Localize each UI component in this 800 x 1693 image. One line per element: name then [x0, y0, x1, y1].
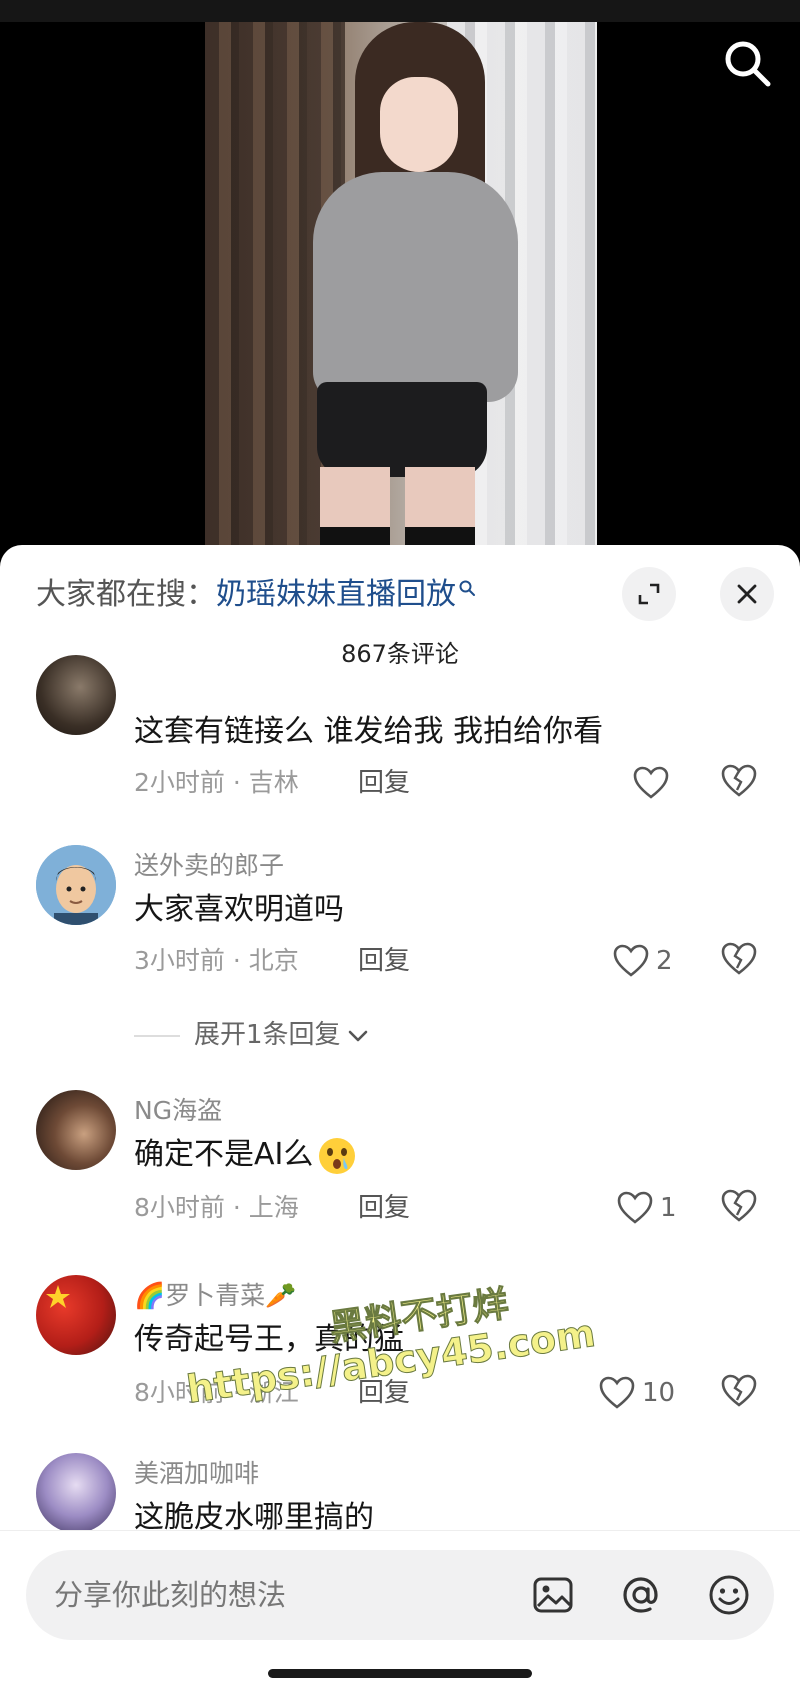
- close-sheet-button[interactable]: [720, 567, 774, 621]
- broken-heart-icon: [721, 1189, 757, 1222]
- search-icon: [725, 41, 771, 87]
- avatar[interactable]: [36, 1275, 116, 1355]
- heart-icon: [633, 766, 669, 799]
- like-button[interactable]: 2: [612, 941, 673, 981]
- like-count: 1: [660, 1193, 677, 1223]
- expand-sheet-button[interactable]: [622, 567, 676, 621]
- comment-text-content: 确定不是AI么: [134, 1137, 314, 1172]
- comment-text: 大家喜欢明道吗: [134, 892, 344, 927]
- heart-icon: [599, 1376, 635, 1409]
- avatar-illustration: [36, 845, 116, 925]
- broken-heart-icon: [721, 764, 757, 797]
- like-count: 10: [642, 1378, 676, 1408]
- comment-text: 确定不是AI么: [134, 1134, 357, 1176]
- heart-icon: [617, 1191, 653, 1224]
- image-icon: [533, 1577, 573, 1613]
- reply-button[interactable]: 回复: [358, 1190, 410, 1226]
- figure-top: [313, 172, 518, 402]
- divider-line: [134, 1034, 180, 1037]
- comment-item: NG海盗 确定不是AI么 8小时前 · 上海 回复 1: [0, 1090, 800, 1240]
- search-suggestion[interactable]: 大家都在搜：奶瑶妹妹直播回放: [36, 575, 476, 615]
- broken-heart-icon: [721, 1374, 757, 1407]
- expand-replies-label: 展开1条回复: [194, 1020, 341, 1050]
- expand-icon: [638, 583, 660, 605]
- emoji-button[interactable]: [706, 1572, 752, 1618]
- comment-meta: 8小时前 · 浙江: [134, 1378, 299, 1407]
- search-suggestion-prefix: 大家都在搜：: [36, 577, 216, 612]
- reply-button[interactable]: 回复: [358, 1375, 410, 1411]
- comment-text: 传奇起号王，真的猛: [134, 1322, 404, 1357]
- comment-item: 🌈罗卜青菜🥕 传奇起号王，真的猛 8小时前 · 浙江 回复 10: [0, 1275, 800, 1425]
- home-indicator: [268, 1669, 532, 1678]
- chevron-down-icon: [348, 1030, 367, 1041]
- comment-username[interactable]: 美酒加咖啡: [134, 1457, 259, 1491]
- like-button[interactable]: 1: [616, 1188, 677, 1228]
- comment-username[interactable]: 🌈罗卜青菜🥕: [134, 1279, 296, 1313]
- input-divider: [0, 1530, 800, 1531]
- comment-username[interactable]: 送外卖的郎子: [134, 849, 284, 883]
- like-button[interactable]: 10: [598, 1373, 675, 1413]
- search-button[interactable]: [718, 34, 778, 94]
- avatar[interactable]: [36, 845, 116, 925]
- figure-shorts: [317, 382, 487, 477]
- comment-item: 这套有链接么 谁发给我 我拍给你看 2小时前 · 吉林 回复: [0, 655, 800, 845]
- comment-meta: 3小时前 · 北京: [134, 946, 299, 975]
- comment-input[interactable]: 分享你此刻的想法: [26, 1550, 774, 1640]
- comment-username[interactable]: NG海盗: [134, 1094, 222, 1128]
- comment-meta: 2小时前 · 吉林: [134, 768, 299, 797]
- comment-count: 867条评论: [341, 640, 459, 668]
- like-count: 2: [656, 946, 673, 976]
- status-bar: [0, 0, 800, 22]
- image-button[interactable]: [530, 1572, 576, 1618]
- reply-button[interactable]: 回复: [358, 765, 410, 801]
- emoji-icon: [709, 1575, 749, 1615]
- search-suggestion-query[interactable]: 奶瑶妹妹直播回放: [216, 577, 456, 612]
- expand-replies-button[interactable]: 展开1条回复: [134, 1017, 369, 1053]
- heart-icon: [613, 944, 649, 977]
- avatar[interactable]: [36, 1453, 116, 1533]
- mention-button[interactable]: [618, 1572, 664, 1618]
- video-player[interactable]: [0, 0, 800, 560]
- comment-input-placeholder: 分享你此刻的想法: [54, 1578, 287, 1612]
- comment-meta: 8小时前 · 上海: [134, 1193, 299, 1222]
- avatar[interactable]: [36, 655, 116, 735]
- avatar[interactable]: [36, 1090, 116, 1170]
- comment-sheet: 大家都在搜：奶瑶妹妹直播回放 867条评论 这套有链接么 谁发给我 我拍给你看 …: [0, 545, 800, 1693]
- like-button[interactable]: [632, 763, 670, 803]
- dislike-button[interactable]: [720, 1188, 760, 1228]
- search-small-icon: [459, 580, 475, 596]
- dislike-button[interactable]: [720, 763, 760, 803]
- broken-heart-icon: [721, 942, 757, 975]
- figure-face: [380, 77, 458, 172]
- reply-button[interactable]: 回复: [358, 943, 410, 979]
- avatar-star: [46, 1285, 70, 1308]
- crying-face-icon: [319, 1137, 356, 1174]
- close-icon: [737, 584, 757, 604]
- dislike-button[interactable]: [720, 941, 760, 981]
- comment-text: 这套有链接么 谁发给我 我拍给你看: [134, 714, 604, 749]
- dislike-button[interactable]: [720, 1373, 760, 1413]
- video-frame: [205, 22, 597, 560]
- comment-item: 送外卖的郎子 大家喜欢明道吗 3小时前 · 北京 回复 2 展开1条回复: [0, 845, 800, 1050]
- at-icon: [623, 1577, 658, 1613]
